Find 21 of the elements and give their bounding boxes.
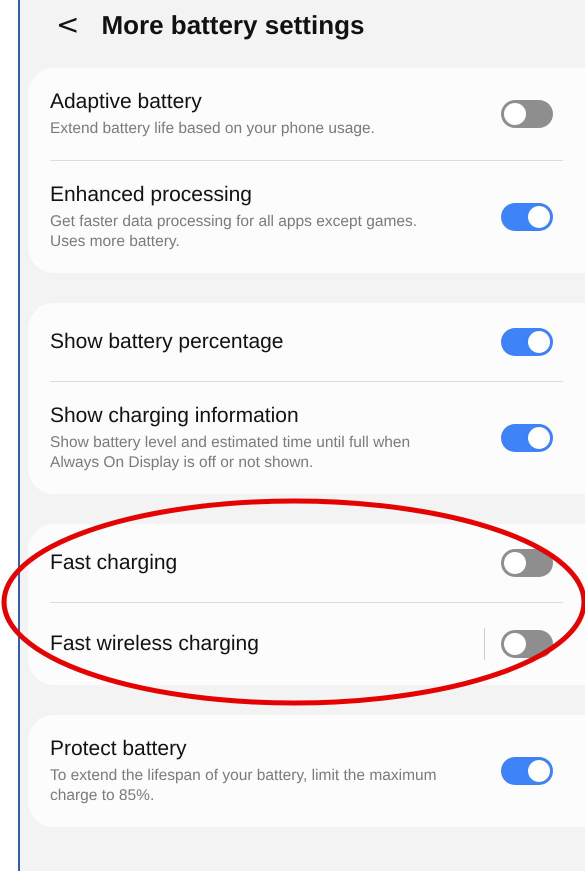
- toggle-switch[interactable]: [501, 424, 553, 452]
- back-button[interactable]: <: [56, 11, 80, 39]
- setting-title: Show charging information: [50, 403, 300, 429]
- setting-title: Adaptive battery: [50, 89, 203, 115]
- vertical-separator: [484, 628, 485, 660]
- setting-description: To extend the lifespan of your battery, limit the maximum charge to 85%.: [50, 766, 438, 806]
- toggle-switch[interactable]: [501, 203, 553, 231]
- toggle-switch[interactable]: [501, 630, 553, 658]
- setting-title: Fast wireless charging: [50, 631, 260, 657]
- setting-title: Enhanced processing: [50, 182, 253, 208]
- toggle-switch[interactable]: [501, 328, 553, 356]
- setting-description: Extend battery life based on your phone usage.: [50, 119, 376, 139]
- setting-title: Protect battery: [50, 736, 188, 762]
- setting-description: Show battery level and estimated time until full when Always On Display is off or not shown.: [50, 433, 412, 473]
- toggle-switch[interactable]: [501, 757, 553, 785]
- page-title: More battery settings: [101, 8, 364, 42]
- toggle-switch[interactable]: [501, 100, 553, 128]
- setting-title: Show battery percentage: [50, 329, 284, 355]
- setting-description: Get faster data processing for all apps except games. Uses more battery.: [50, 212, 418, 252]
- setting-title: Fast charging: [50, 550, 178, 576]
- toggle-switch[interactable]: [501, 549, 553, 577]
